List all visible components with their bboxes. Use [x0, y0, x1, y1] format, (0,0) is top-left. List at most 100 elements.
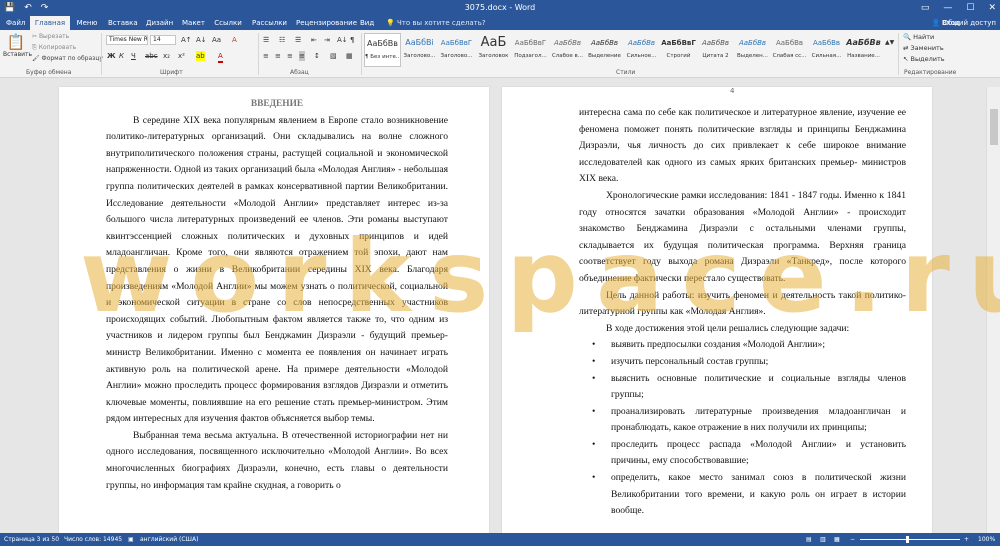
shading-button[interactable]: ▧ — [330, 51, 337, 61]
paste-button[interactable]: 📋 Вставить — [3, 33, 32, 58]
cut-button[interactable]: ✂ Вырезать — [32, 32, 69, 42]
bullets-button[interactable]: ☰ — [263, 35, 269, 45]
tab-mailings[interactable]: Рассылки — [248, 16, 290, 30]
tab-references[interactable]: Ссылки — [210, 16, 246, 30]
increase-indent-button[interactable]: ⇥ — [324, 35, 330, 45]
style-intense-emphasis[interactable]: АаБбВв Сильное... — [623, 33, 660, 67]
subscript-button[interactable]: x₂ — [163, 51, 170, 61]
tab-file[interactable]: Файл — [2, 16, 28, 30]
show-marks-button[interactable]: ¶ — [350, 35, 354, 45]
decrease-indent-button[interactable]: ⇤ — [311, 35, 317, 45]
maximize-button[interactable]: ☐ — [966, 2, 974, 14]
numbering-button[interactable]: ☷ — [279, 35, 285, 45]
borders-button[interactable]: ▦ — [346, 51, 353, 61]
scissors-icon: ✂ — [32, 33, 39, 40]
tab-layout[interactable]: Макет — [178, 16, 208, 30]
style-subtitle[interactable]: АаБбВвГ Подзагол... — [512, 33, 549, 67]
align-right-button[interactable]: ≡ — [287, 51, 293, 61]
web-layout-icon[interactable]: ▦ — [834, 533, 840, 546]
select-button[interactable]: ↖ Выделить — [903, 54, 945, 64]
page-right[interactable]: 4 интересна сама по себе как политическо… — [502, 87, 932, 533]
read-mode-icon[interactable]: ▤ — [806, 533, 812, 546]
style-heading-2[interactable]: АаБбВвГ Заголово... — [438, 33, 475, 67]
cursor-icon: ↖ — [903, 55, 911, 63]
font-size-combo[interactable]: 14 — [150, 35, 176, 45]
highlight-button[interactable]: ab — [196, 51, 205, 61]
tab-view[interactable]: Вид — [356, 16, 378, 30]
zoom-slider[interactable] — [860, 539, 960, 540]
clear-format-button[interactable]: A — [232, 35, 237, 45]
print-layout-icon[interactable]: ▥ — [820, 533, 826, 546]
bold-button[interactable]: Ж — [107, 51, 116, 61]
style-title[interactable]: АаБ Заголовок — [475, 33, 512, 67]
zoom-out-icon[interactable]: − — [850, 533, 855, 546]
tab-review[interactable]: Рецензирование — [292, 16, 357, 30]
minimize-button[interactable]: — — [943, 2, 952, 14]
style-emphasis[interactable]: АаБбВв Выделение — [586, 33, 623, 67]
style-intense-reference[interactable]: АаБбВв Сильная... — [808, 33, 845, 67]
tab-home[interactable]: Главная — [30, 16, 70, 30]
superscript-button[interactable]: x² — [178, 51, 185, 61]
align-left-button[interactable]: ≡ — [263, 51, 269, 61]
separator — [898, 33, 899, 75]
shrink-font-button[interactable]: A↓ — [196, 35, 207, 45]
styles-group-label: Стили — [616, 69, 636, 76]
style-book-title[interactable]: АаБбВв Название... — [845, 33, 882, 67]
ribbon-options-icon[interactable]: ▭ — [921, 2, 930, 14]
multilevel-list-button[interactable]: ☰ — [295, 35, 301, 45]
zoom-in-icon[interactable]: + — [964, 533, 969, 546]
window-controls: ▭ — ☐ ✕ — [921, 2, 996, 14]
paragraph: интересна сама по себе как политическое … — [579, 107, 906, 185]
copy-button[interactable]: ⎘ Копировать — [32, 43, 76, 53]
separator — [101, 33, 102, 75]
underline-button[interactable]: Ч — [131, 51, 136, 61]
paragraph: В середине XIX века популярным явлением … — [106, 114, 448, 425]
close-button[interactable]: ✕ — [988, 2, 996, 14]
list-item: проанализировать литературные произведен… — [579, 404, 906, 437]
replace-button[interactable]: ⇄ Заменить — [903, 43, 944, 53]
page-right-text[interactable]: интересна сама по себе как политическое … — [579, 105, 906, 520]
word-count[interactable]: Число слов: 14945 — [64, 533, 122, 546]
share-button[interactable]: 👤 Общий доступ — [932, 16, 996, 30]
paragraph: В ходе достижения этой цели решались сле… — [606, 322, 850, 334]
style-subtle-reference[interactable]: АаБбВв Слабая сс... — [771, 33, 808, 67]
task-list: выявить предпосылки создания «Молодой Ан… — [579, 337, 906, 520]
style-intense-quote[interactable]: АаБбВв Выделен... — [734, 33, 771, 67]
clipboard-icon: 📋 — [6, 33, 26, 51]
format-painter-button[interactable]: 🖌 Формат по образцу — [32, 54, 103, 64]
sort-button[interactable]: A↓ — [337, 35, 348, 45]
italic-button[interactable]: К — [119, 51, 124, 61]
zoom-level[interactable]: 100% — [978, 533, 995, 546]
style-subtle-emphasis[interactable]: АаБбВв Слабое в... — [549, 33, 586, 67]
strikethrough-button[interactable]: abc — [145, 51, 158, 61]
grow-font-button[interactable]: A↑ — [181, 35, 192, 45]
style-strong[interactable]: АаБбВвГ Строгий — [660, 33, 697, 67]
copy-icon: ⎘ — [32, 44, 39, 51]
lightbulb-icon: 💡 — [386, 19, 397, 27]
tell-me-box[interactable]: 💡 Что вы хотите сделать? — [386, 16, 486, 30]
font-name-combo[interactable]: Times New R — [106, 35, 148, 45]
tab-insert[interactable]: Вставка — [104, 16, 140, 30]
justify-button[interactable]: ≡ — [299, 51, 305, 61]
language-indicator[interactable]: английский (США) — [140, 533, 198, 546]
vertical-scrollbar[interactable] — [986, 87, 1000, 533]
styles-scroll-icon[interactable]: ▲▼ — [885, 38, 894, 48]
change-case-button[interactable]: Aa — [212, 35, 221, 45]
page-left-text[interactable]: ВВЕДЕНИЕ В середине XIX века популярным … — [106, 96, 448, 494]
document-area: 3 ВВЕДЕНИЕ В середине XIX века популярны… — [0, 78, 1000, 533]
find-button[interactable]: 🔍 Найти — [903, 32, 934, 42]
page-left[interactable]: 3 ВВЕДЕНИЕ В середине XIX века популярны… — [59, 87, 489, 533]
proofing-icon[interactable]: ▣ — [128, 533, 134, 546]
style-no-spacing[interactable]: АаБбВв ¶ Без инте... — [364, 33, 401, 67]
tab-design[interactable]: Дизайн — [142, 16, 176, 30]
tab-menu[interactable]: Меню — [72, 16, 102, 30]
align-center-button[interactable]: ≡ — [275, 51, 281, 61]
line-spacing-button[interactable]: ↕ — [314, 51, 320, 61]
font-color-button[interactable]: A — [218, 51, 223, 63]
style-heading-1[interactable]: АаБбВі Заголово... — [401, 33, 438, 67]
page-count[interactable]: Страница 3 из 50 — [4, 533, 59, 546]
style-quote-2[interactable]: АаБбВв Цитата 2 — [697, 33, 734, 67]
zoom-slider-thumb[interactable] — [906, 536, 909, 543]
scrollbar-thumb[interactable] — [990, 109, 998, 145]
paragraph: Цель данной работы: изучить феномен и де… — [579, 289, 906, 318]
